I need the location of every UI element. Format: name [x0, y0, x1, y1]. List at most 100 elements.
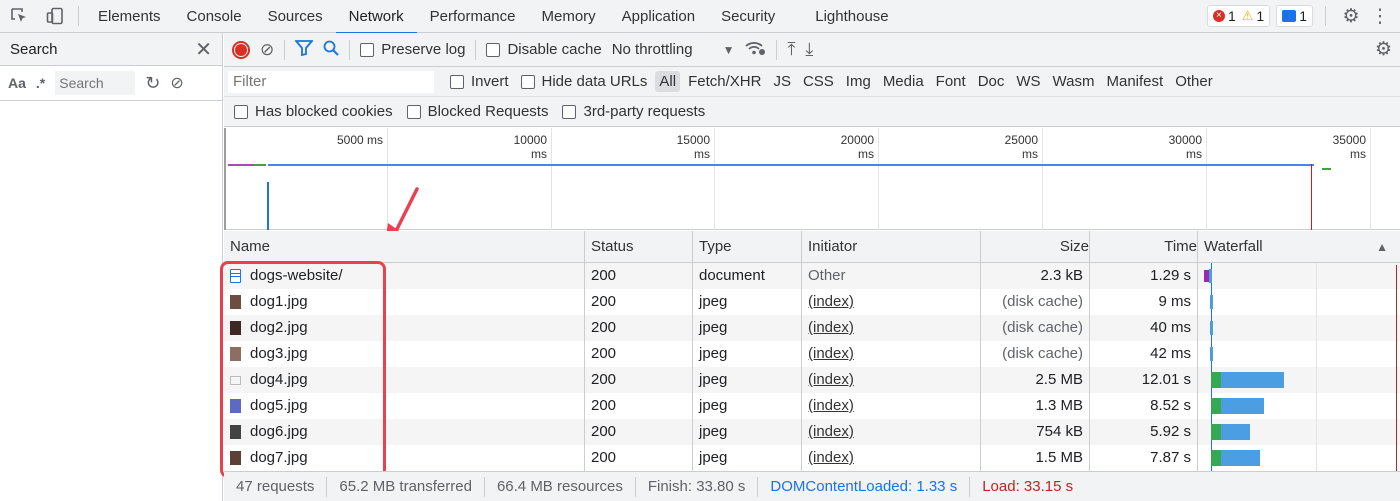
table-row[interactable]: dog7.jpg 200 jpeg (index) 1.5 MB 7.87 s — [224, 445, 1400, 471]
resources-size: 66.4 MB resources — [485, 476, 636, 497]
table-row[interactable]: dog4.jpg 200 jpeg (index) 2.5 MB 12.01 s — [224, 367, 1400, 393]
column-header-status[interactable]: Status — [585, 231, 693, 263]
invert-checkbox[interactable]: Invert — [450, 73, 509, 90]
tab-security[interactable]: Security — [708, 0, 788, 33]
inspect-element-icon[interactable] — [0, 7, 38, 25]
network-settings-gear-icon[interactable]: ⚙ — [1375, 38, 1392, 61]
network-conditions-icon[interactable] — [744, 40, 766, 60]
column-header-type[interactable]: Type — [693, 231, 802, 263]
throttling-select[interactable]: No throttling ▼ — [612, 41, 735, 58]
record-dot — [235, 43, 247, 56]
error-count: 1 — [1227, 8, 1236, 24]
tab-elements[interactable]: Elements — [85, 0, 174, 33]
cell-type: document — [693, 263, 802, 289]
cell-text: jpeg — [699, 293, 728, 310]
filter-input[interactable] — [228, 70, 434, 93]
settings-gear-icon[interactable]: ⚙ — [1338, 5, 1364, 28]
tab-network[interactable]: Network — [335, 0, 417, 34]
hide-data-urls-checkbox[interactable]: Hide data URLs — [520, 73, 647, 90]
regex-button[interactable]: .* — [36, 75, 45, 91]
overview-tick-label: 25000 ms — [1004, 133, 1038, 161]
filter-type-fetchxhr[interactable]: Fetch/XHR — [684, 71, 765, 92]
record-button[interactable] — [232, 40, 250, 59]
column-header-name[interactable]: Name — [224, 231, 585, 263]
search-title: Search — [10, 40, 58, 58]
filter-type-font[interactable]: Font — [932, 71, 970, 92]
table-row[interactable]: dog5.jpg 200 jpeg (index) 1.3 MB 8.52 s — [224, 393, 1400, 419]
column-header-initiator[interactable]: Initiator — [802, 231, 981, 263]
cell-initiator[interactable]: (index) — [802, 419, 981, 445]
overview-gridline — [1370, 128, 1371, 230]
filter-type-manifest[interactable]: Manifest — [1103, 71, 1168, 92]
export-har-icon[interactable]: ⤓ — [805, 39, 813, 60]
cell-text: 12.01 s — [1141, 371, 1191, 388]
filter-type-media[interactable]: Media — [879, 71, 928, 92]
search-icon[interactable] — [323, 40, 339, 60]
cell-initiator[interactable]: (index) — [802, 341, 981, 367]
match-case-button[interactable]: Aa — [8, 75, 26, 91]
cell-size: 754 kB — [981, 419, 1090, 445]
sort-ascending-icon[interactable]: ▲ — [1376, 231, 1388, 263]
cell-text: 5.92 s — [1150, 423, 1191, 440]
blocked-cookies-checkbox[interactable]: Has blocked cookies — [234, 103, 393, 120]
table-row[interactable]: dog1.jpg 200 jpeg (index) (disk cache) 9 ms — [224, 289, 1400, 315]
overview-left-handle[interactable] — [224, 128, 226, 230]
filter-type-wasm[interactable]: Wasm — [1049, 71, 1099, 92]
column-header-waterfall[interactable]: Waterfall ▲ — [1198, 231, 1400, 263]
third-party-checkbox[interactable]: 3rd-party requests — [562, 103, 705, 120]
disable-cache-checkbox[interactable]: Disable cache — [486, 41, 602, 58]
tab-lighthouse[interactable]: Lighthouse — [802, 0, 901, 33]
tab-console[interactable]: Console — [174, 0, 255, 33]
transferred-size: 65.2 MB transferred — [327, 476, 485, 497]
cell-initiator[interactable]: (index) — [802, 315, 981, 341]
cell-initiator[interactable]: (index) — [802, 289, 981, 315]
clear-icon[interactable]: ⊘ — [170, 73, 183, 93]
waterfall-gridline — [1316, 341, 1317, 367]
waterfall-gridline — [1316, 445, 1317, 471]
device-toolbar-icon[interactable] — [38, 7, 72, 25]
column-header-time[interactable]: Time — [1090, 231, 1198, 263]
filter-type-js[interactable]: JS — [769, 71, 795, 92]
table-row[interactable]: dog3.jpg 200 jpeg (index) (disk cache) 42 ms — [224, 341, 1400, 367]
cell-text: 7.87 s — [1150, 449, 1191, 466]
filter-type-doc[interactable]: Doc — [974, 71, 1009, 92]
clear-log-icon[interactable]: ⊘ — [260, 40, 274, 60]
filter-type-other[interactable]: Other — [1171, 71, 1217, 92]
messages-badge[interactable]: 1 — [1276, 5, 1313, 27]
filter-type-css[interactable]: CSS — [799, 71, 838, 92]
cell-initiator[interactable]: (index) — [802, 393, 981, 419]
overview-gridline — [878, 128, 879, 230]
filter-type-ws[interactable]: WS — [1012, 71, 1044, 92]
cell-text: jpeg — [699, 371, 728, 388]
search-input[interactable] — [55, 71, 136, 95]
tab-application[interactable]: Application — [609, 0, 708, 33]
issues-badge[interactable]: × 1 ⚠ 1 — [1206, 5, 1271, 27]
filter-type-img[interactable]: Img — [842, 71, 875, 92]
filter-funnel-icon[interactable] — [294, 39, 315, 60]
table-row[interactable]: dog6.jpg 200 jpeg (index) 754 kB 5.92 s — [224, 419, 1400, 445]
tab-performance[interactable]: Performance — [417, 0, 529, 33]
tab-memory[interactable]: Memory — [529, 0, 609, 33]
more-options-icon[interactable]: ⋮ — [1370, 7, 1390, 26]
cell-size: 2.3 kB — [981, 263, 1090, 289]
blocked-requests-checkbox[interactable]: Blocked Requests — [406, 103, 548, 120]
refresh-icon[interactable]: ↻ — [145, 73, 160, 94]
cell-text: 754 kB — [1036, 423, 1083, 440]
cell-initiator[interactable]: (index) — [802, 367, 981, 393]
cell-text: jpeg — [699, 397, 728, 414]
waterfall-bar-download — [1221, 450, 1260, 466]
close-icon[interactable]: ✕ — [195, 37, 212, 62]
requests-table: Name Status Type Initiator Size Time Waterfall… — [224, 231, 1400, 471]
tab-sources[interactable]: Sources — [255, 0, 336, 33]
table-row[interactable]: dog2.jpg 200 jpeg (index) (disk cache) 40 ms — [224, 315, 1400, 341]
column-header-size[interactable]: Size — [981, 231, 1090, 263]
cell-initiator[interactable]: (index) — [802, 445, 981, 471]
import-har-icon[interactable]: ⤒ — [787, 39, 795, 60]
cell-status: 200 — [585, 419, 693, 445]
preserve-log-checkbox[interactable]: Preserve log — [360, 41, 465, 58]
preserve-log-label: Preserve log — [381, 41, 466, 58]
table-row[interactable]: dogs-website/200 document Other 2.3 kB 1.29 … — [224, 263, 1400, 289]
filter-type-all[interactable]: All — [655, 71, 681, 92]
waterfall-bar-download — [1209, 269, 1213, 283]
cell-type: jpeg — [693, 445, 802, 471]
